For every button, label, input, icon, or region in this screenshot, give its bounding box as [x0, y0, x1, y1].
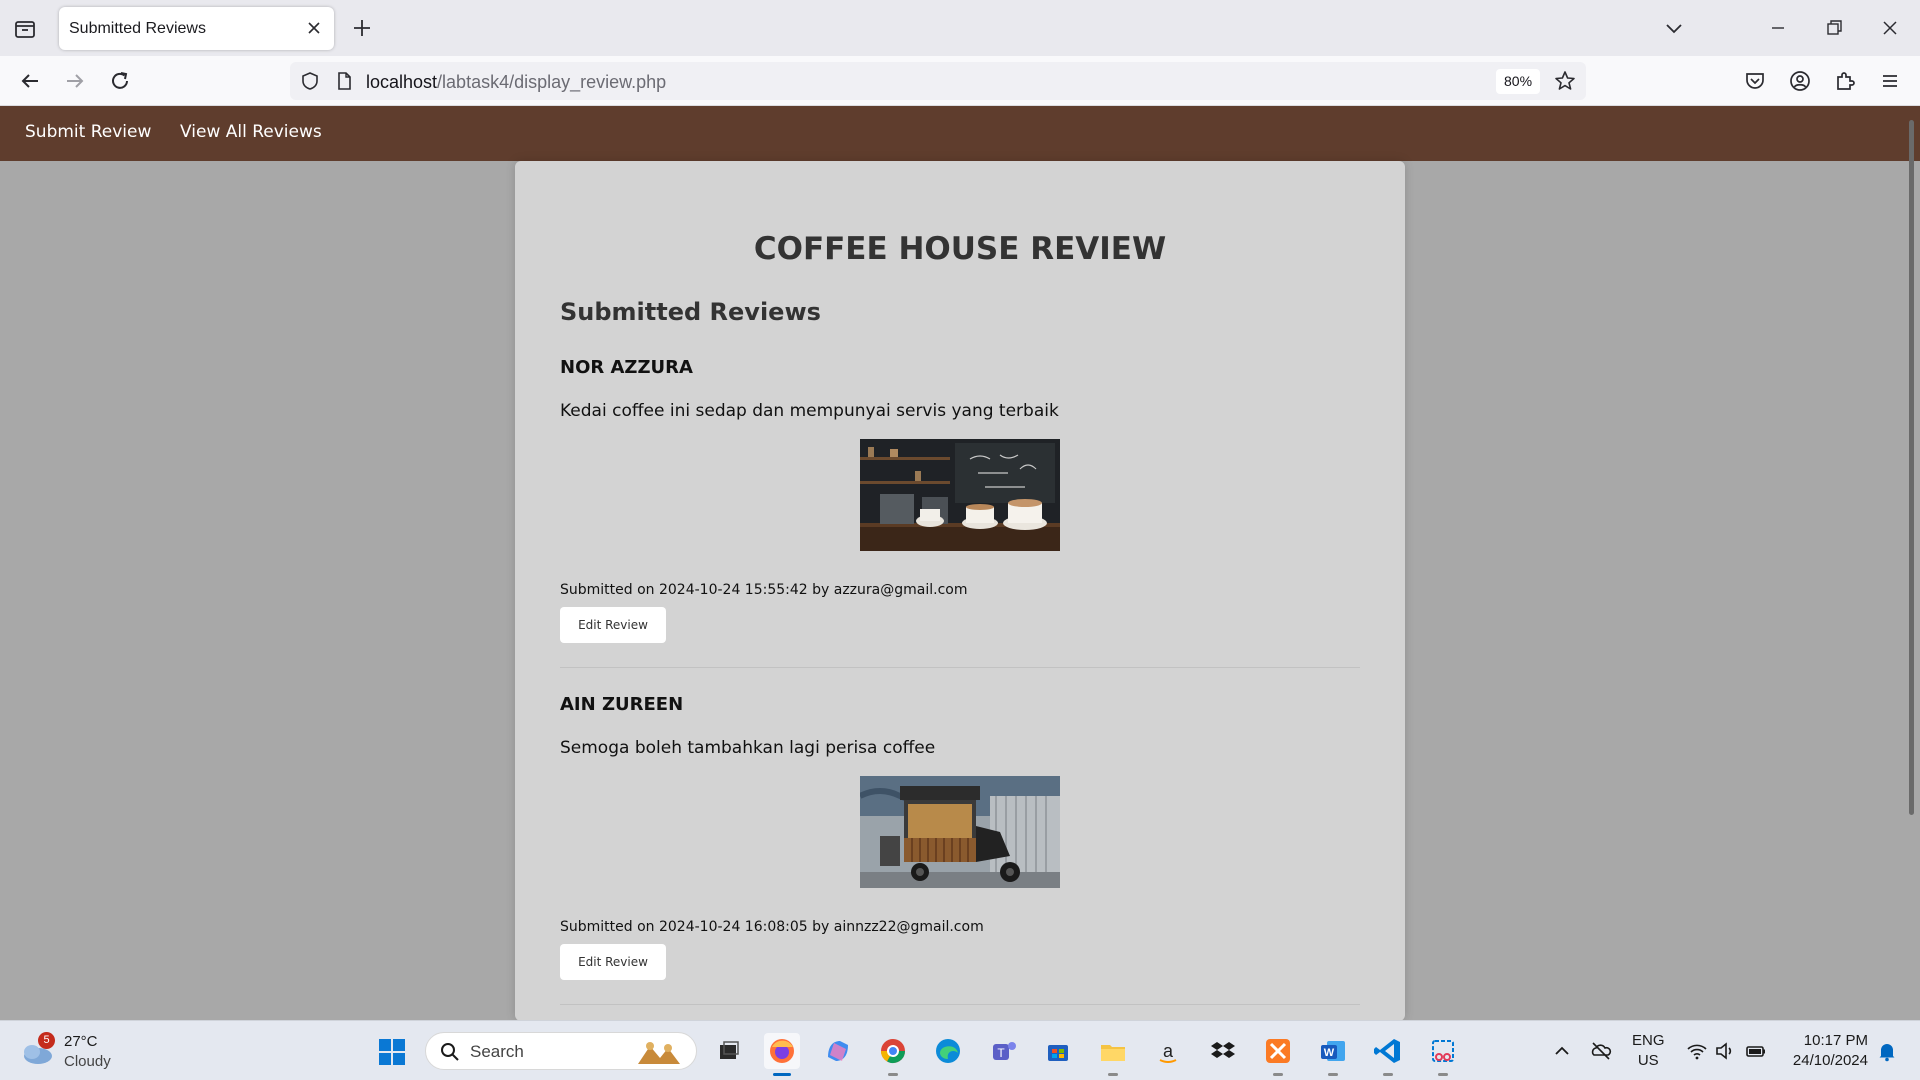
extensions-icon[interactable] [1833, 69, 1857, 93]
page-scrollbar[interactable] [1909, 120, 1914, 815]
coffee-bar-image [860, 439, 1060, 551]
reviewer-name: NOR AZZURA [560, 357, 693, 378]
volume-icon[interactable] [1714, 1040, 1736, 1062]
running-indicator [1328, 1073, 1338, 1076]
teams-icon[interactable]: T [985, 1033, 1021, 1069]
search-icon [440, 1042, 460, 1062]
running-indicator [888, 1073, 898, 1076]
search-label: Search [470, 1042, 524, 1061]
review-text: Semoga boleh tambahkan lagi perisa coffe… [560, 738, 936, 758]
chrome-icon[interactable] [875, 1033, 911, 1076]
site-nav-bar: Submit Review View All Reviews [0, 106, 1920, 161]
svg-text:T: T [997, 1046, 1005, 1060]
restore-icon[interactable] [1822, 16, 1846, 40]
amazon-icon[interactable]: a [1150, 1033, 1186, 1069]
notification-bell-icon[interactable] [1876, 1040, 1898, 1062]
review-divider [560, 1004, 1360, 1005]
weather-condition: Cloudy [64, 1053, 111, 1070]
running-indicator [1108, 1073, 1118, 1076]
url-host: localhost [366, 72, 438, 92]
firefox-icon[interactable] [764, 1033, 800, 1076]
windows-start-icon[interactable] [378, 1038, 406, 1066]
browser-tab-bar: Submitted Reviews [0, 0, 1920, 56]
edit-review-button[interactable]: Edit Review [560, 607, 666, 643]
running-indicator [1383, 1073, 1393, 1076]
weather-alert-badge: 5 [38, 1032, 55, 1049]
url-path: /labtask4/display_review.php [437, 72, 667, 92]
back-arrow-icon[interactable] [16, 67, 44, 95]
review-item: AIN ZUREEN Semoga boleh tambahkan lagi p… [560, 694, 1360, 1021]
menu-hamburger-icon[interactable] [1878, 69, 1902, 93]
account-icon[interactable] [1788, 69, 1812, 93]
chevron-down-icon[interactable] [1662, 16, 1686, 40]
battery-icon[interactable] [1745, 1040, 1767, 1062]
tab-title: Submitted Reviews [69, 20, 206, 37]
task-view-icon[interactable] [710, 1033, 746, 1069]
zoom-level-badge[interactable]: 80% [1496, 69, 1541, 94]
xampp-icon[interactable] [1260, 1033, 1296, 1076]
weather-temperature: 27°C [64, 1033, 98, 1050]
coffee-cart-image [860, 776, 1060, 888]
browser-toolbar: localhost/labtask4/display_review.php 80… [0, 56, 1920, 106]
taskbar-search[interactable]: Search [425, 1032, 697, 1070]
snipping-tool-icon[interactable] [1425, 1033, 1461, 1076]
edge-icon[interactable] [930, 1033, 966, 1069]
nav-submit-review[interactable]: Submit Review [25, 122, 151, 142]
review-card-container: COFFEE HOUSE REVIEW Submitted Reviews NO… [515, 161, 1405, 1021]
review-submitted-meta: Submitted on 2024-10-24 15:55:42 by azzu… [560, 582, 968, 598]
edit-review-button[interactable]: Edit Review [560, 944, 666, 980]
reload-icon[interactable] [106, 67, 134, 95]
language-indicator[interactable]: ENG US [1632, 1031, 1665, 1071]
running-indicator [1438, 1073, 1448, 1076]
windows-taskbar: 5 27°C Cloudy Search T a W ENG US 10:17 … [0, 1020, 1920, 1080]
review-item: NOR AZZURA Kedai coffee ini sedap dan me… [560, 357, 1360, 694]
forward-arrow-icon[interactable] [61, 67, 89, 95]
close-window-icon[interactable] [1878, 16, 1902, 40]
active-indicator [773, 1073, 791, 1076]
file-explorer-icon[interactable] [1095, 1033, 1131, 1076]
reviewer-name: AIN ZUREEN [560, 694, 684, 715]
shield-icon[interactable] [300, 71, 320, 91]
search-highlight-icon [630, 1038, 686, 1066]
tab-list-icon[interactable] [12, 16, 38, 42]
review-text: Kedai coffee ini sedap dan mempunyai ser… [560, 401, 1059, 421]
review-divider [560, 667, 1360, 668]
section-title: Submitted Reviews [560, 298, 821, 326]
review-submitted-meta: Submitted on 2024-10-24 16:08:05 by ainn… [560, 919, 984, 935]
dropbox-icon[interactable] [1205, 1033, 1241, 1069]
wifi-icon[interactable] [1686, 1040, 1708, 1062]
address-bar[interactable]: localhost/labtask4/display_review.php 80… [290, 62, 1586, 100]
clock-time: 10:17 PM [1803, 1032, 1868, 1049]
minimize-icon[interactable] [1766, 16, 1790, 40]
pocket-icon[interactable] [1743, 69, 1767, 93]
running-indicator [1273, 1073, 1283, 1076]
browser-tab-submitted-reviews[interactable]: Submitted Reviews [59, 7, 334, 50]
page-icon[interactable] [334, 71, 354, 91]
copilot-icon[interactable] [820, 1033, 856, 1069]
nav-view-all-reviews[interactable]: View All Reviews [180, 122, 322, 142]
word-icon[interactable]: W [1315, 1033, 1351, 1076]
region-code: US [1637, 1052, 1659, 1069]
vscode-icon[interactable] [1370, 1033, 1406, 1076]
page-title: COFFEE HOUSE REVIEW [753, 231, 1167, 267]
store-icon[interactable] [1040, 1033, 1076, 1069]
new-tab-icon[interactable] [350, 16, 374, 40]
clock-date: 24/10/2024 [1792, 1052, 1868, 1069]
weather-widget[interactable]: 5 27°C Cloudy [20, 1030, 130, 1074]
bookmark-star-icon[interactable] [1554, 70, 1576, 92]
language-code: ENG [1632, 1032, 1665, 1049]
onedrive-offline-icon[interactable] [1590, 1040, 1612, 1062]
svg-text:a: a [1163, 1041, 1174, 1061]
taskbar-clock[interactable]: 10:17 PM 24/10/2024 [1780, 1031, 1868, 1071]
svg-text:W: W [1324, 1047, 1335, 1059]
chevron-up-icon[interactable] [1551, 1040, 1573, 1062]
close-tab-icon[interactable] [304, 18, 324, 38]
url-text[interactable]: localhost/labtask4/display_review.php [366, 72, 666, 93]
